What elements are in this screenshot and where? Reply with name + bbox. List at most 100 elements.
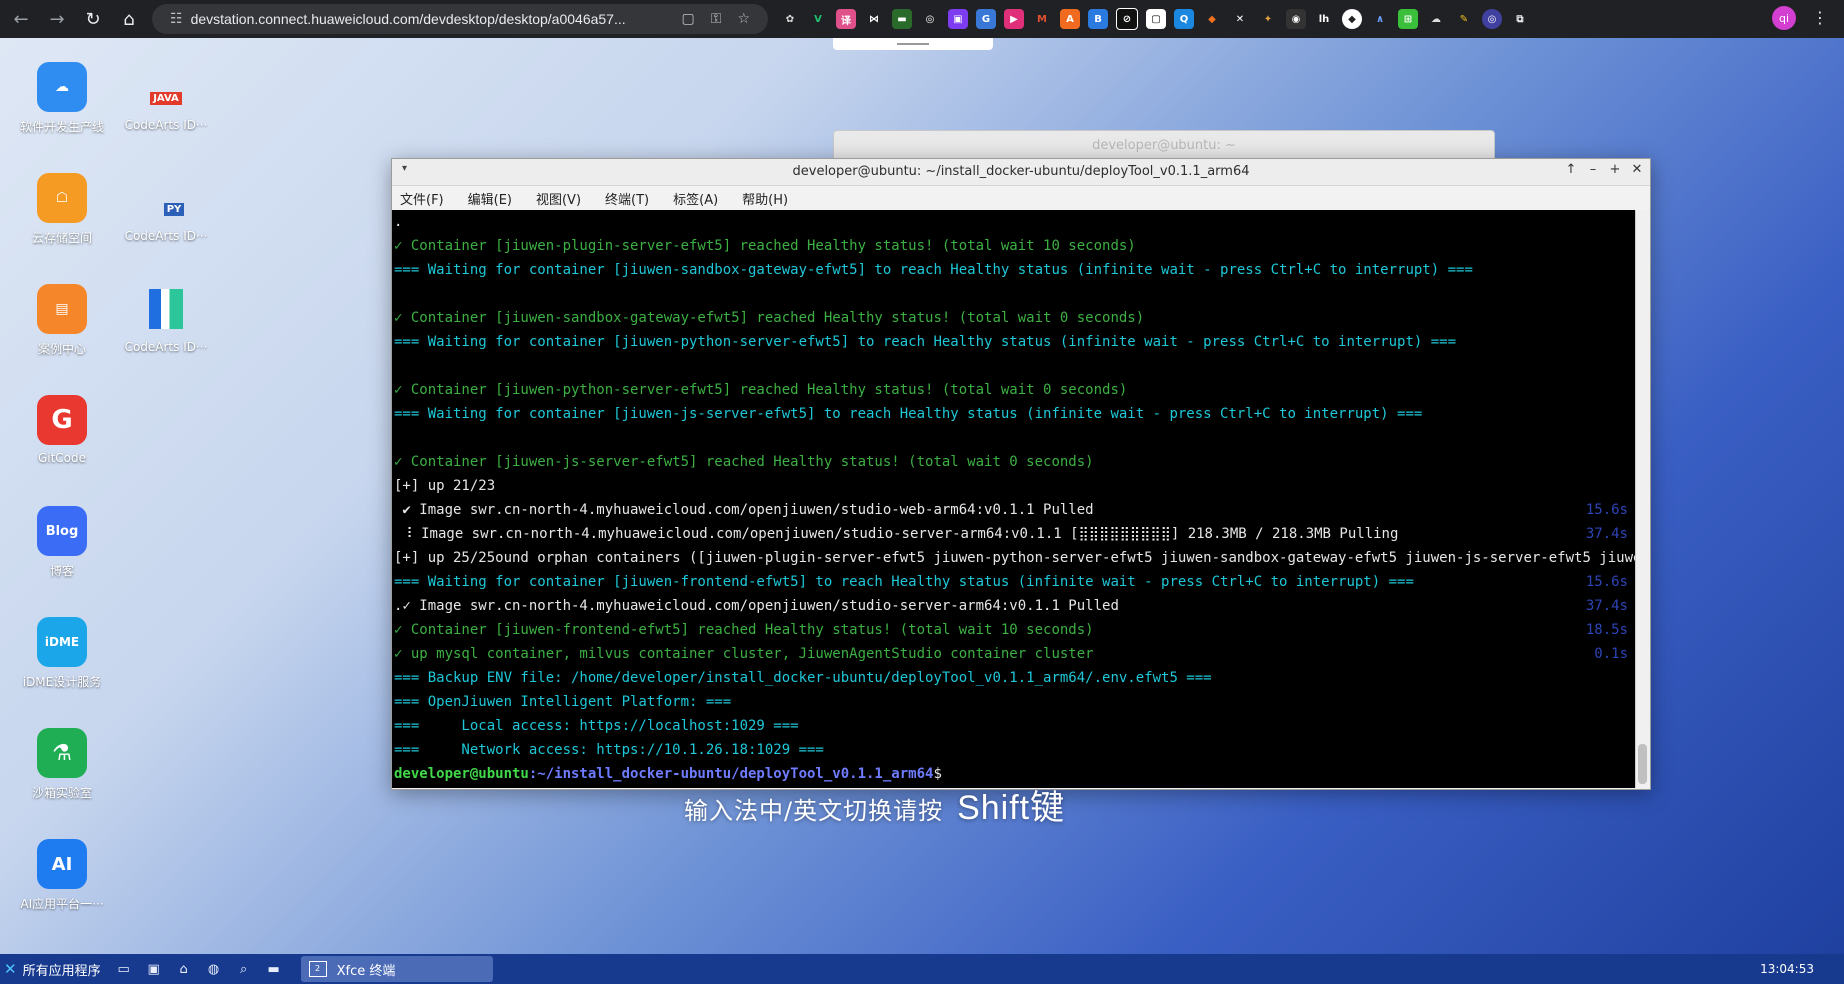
browser-toolbar: ← → ↻ ⌂ ☷ devstation.connect.huaweicloud… — [0, 0, 1844, 38]
terminal-line: ✓ Container [jiuwen-plugin-server-efwt5]… — [392, 234, 1636, 258]
extension-icon[interactable]: Q — [1174, 9, 1194, 29]
address-bar[interactable]: ☷ devstation.connect.huaweicloud.com/dev… — [152, 4, 768, 34]
terminal-line: ✓ Container [jiuwen-sandbox-gateway-efwt… — [392, 306, 1636, 330]
extension-icon[interactable]: ✿ — [780, 9, 800, 29]
extension-icon[interactable]: ✕ — [1230, 9, 1250, 29]
extension-icon[interactable]: ◆ — [1342, 9, 1362, 29]
desktop-icon-devcloud[interactable]: ☁ 软件开发生产线 — [10, 62, 114, 135]
terminal-line: ✔ Image swr.cn-north-4.myhuaweicloud.com… — [392, 498, 1636, 522]
extension-icon[interactable]: ◎ — [920, 9, 940, 29]
site-info-icon[interactable]: ☷ — [170, 11, 183, 27]
scrollbar-thumb[interactable] — [1638, 744, 1647, 784]
extension-icon[interactable]: V — [808, 9, 828, 29]
desktop-icon-blog[interactable]: Blog 博客 — [10, 506, 114, 579]
terminal-line-text: === Waiting for container [jiuwen-fronte… — [394, 574, 1414, 590]
terminal-launcher-icon[interactable]: ▣ — [143, 958, 165, 980]
desktop-icon-codearts-ide[interactable]: CodeArts ID··· — [114, 284, 218, 354]
extension-icon[interactable]: 译 — [836, 9, 856, 29]
menu-tabs[interactable]: 标签(A) — [673, 189, 718, 208]
extension-icon[interactable]: ☁ — [1426, 9, 1446, 29]
terminal-line: ✓ Container [jiuwen-frontend-efwt5] reac… — [392, 618, 1636, 642]
gitcode-icon: G — [37, 395, 87, 445]
terminal-line: === Waiting for container [jiuwen-fronte… — [392, 570, 1636, 594]
desktop-icon-codearts-java[interactable]: JAVA CodeArts ID··· — [114, 62, 218, 132]
file-manager-icon[interactable]: ▬ — [263, 958, 285, 980]
terminal-line-text: === Waiting for container [jiuwen-sandbo… — [394, 262, 1473, 278]
home-icon[interactable]: ⌂ — [114, 4, 144, 34]
desktop-icon-case-center[interactable]: ▤ 案例中心 — [10, 284, 114, 357]
page-icon[interactable]: ▢ — [682, 11, 695, 27]
desktop-icon-idme[interactable]: iDME iDME设计服务 — [10, 617, 114, 690]
terminal-line-text: ✓ up mysql container, milvus container c… — [394, 646, 1094, 662]
menu-edit[interactable]: 编辑(E) — [468, 189, 512, 208]
extension-icon[interactable]: ▣ — [948, 9, 968, 29]
ime-hint-key: Shift键 — [957, 789, 1066, 827]
extension-icon[interactable]: ▢ — [1146, 9, 1166, 29]
extension-icon[interactable]: ⋈ — [864, 9, 884, 29]
terminal-scrollbar[interactable] — [1635, 210, 1650, 788]
taskbar-item-terminal[interactable]: 2 Xfce 终端 — [300, 956, 493, 982]
codearts-java-icon: JAVA — [141, 62, 191, 112]
extension-icon[interactable]: M — [1032, 9, 1052, 29]
desktop-icon-sandbox-lab[interactable]: ⚗ 沙箱实验室 — [10, 728, 114, 801]
terminal-line-text: === Waiting for container [jiuwen-python… — [394, 334, 1457, 350]
desktop-icon-ai-platform[interactable]: AI AI应用平台一··· — [10, 839, 114, 912]
maximize-icon[interactable]: + — [1608, 162, 1622, 178]
desktop-icon-cloud-storage[interactable]: ☖ 云存储空间 — [10, 173, 114, 246]
url-text[interactable]: devstation.connect.huaweicloud.com/devde… — [191, 11, 674, 27]
extension-icon[interactable]: ⊘ — [1116, 8, 1138, 30]
show-desktop-icon[interactable]: ▭ — [113, 958, 135, 980]
terminal-line-text: ✓ Container [jiuwen-python-server-efwt5]… — [394, 382, 1128, 398]
menu-view[interactable]: 视图(V) — [536, 189, 581, 208]
extension-icon[interactable]: A — [1060, 9, 1080, 29]
menu-terminal[interactable]: 终端(T) — [605, 189, 649, 208]
minimize-icon[interactable]: – — [1586, 162, 1600, 178]
web-browser-icon[interactable]: ◍ — [203, 958, 225, 980]
extension-icon[interactable]: lh — [1314, 9, 1334, 29]
reload-icon[interactable]: ↻ — [78, 4, 108, 34]
home-folder-icon[interactable]: ⌂ — [173, 958, 195, 980]
terminal-output[interactable]: . ✓ Container [jiuwen-plugin-server-efwt5… — [392, 210, 1636, 788]
desktop-icon-codearts-py[interactable]: PY CodeArts ID··· — [114, 173, 218, 243]
extension-icon[interactable]: ▬ — [892, 9, 912, 29]
remote-desktop-handle[interactable] — [833, 38, 993, 50]
terminal-line-duration: 37.4s — [1585, 598, 1628, 614]
terminal-line: === Local access: https://localhost:1029… — [392, 714, 1636, 738]
browser-menu-icon[interactable]: ⋮ — [1812, 8, 1828, 27]
extension-icon[interactable]: ✦ — [1258, 9, 1278, 29]
forward-icon[interactable]: → — [42, 4, 72, 34]
applications-menu-button[interactable]: ✕ 所有应用程序 — [0, 954, 109, 984]
clock[interactable]: 13:04:53 — [1760, 962, 1814, 976]
menu-file[interactable]: 文件(F) — [400, 189, 444, 208]
bookmark-star-icon[interactable]: ☆ — [737, 11, 750, 27]
extension-icon[interactable]: ◉ — [1286, 9, 1306, 29]
extension-icon[interactable]: G — [976, 9, 996, 29]
terminal-line: === Waiting for container [jiuwen-python… — [392, 330, 1636, 354]
terminal-line-text: === OpenJiuwen Intelligent Platform: === — [394, 694, 732, 710]
terminal-window[interactable]: ▾ developer@ubuntu: ~/install_docker-ubu… — [391, 158, 1651, 790]
terminal-line-duration: 37.4s — [1585, 526, 1628, 542]
profile-avatar[interactable]: qi — [1772, 6, 1796, 30]
terminal-line-text: ✓ Container [jiuwen-plugin-server-efwt5]… — [394, 238, 1136, 254]
extension-icon[interactable]: ◎ — [1482, 9, 1502, 29]
terminal-titlebar[interactable]: ▾ developer@ubuntu: ~/install_docker-ubu… — [392, 159, 1650, 186]
extension-icon[interactable]: ◆ — [1202, 9, 1222, 29]
terminal-line-text: ⠸ Image swr.cn-north-4.myhuaweicloud.com… — [394, 526, 1399, 542]
extension-icon[interactable]: ⊞ — [1398, 9, 1418, 29]
window-controls: ↑ – + ✕ — [1564, 162, 1644, 178]
extension-icon[interactable]: ▶ — [1004, 9, 1024, 29]
terminal-line-duration: 15.6s — [1585, 574, 1628, 590]
prompt-user: developer@ubuntu — [394, 766, 529, 782]
raise-icon[interactable]: ↑ — [1564, 162, 1578, 178]
extensions-puzzle-icon[interactable]: ⧉ — [1510, 9, 1530, 29]
close-icon[interactable]: ✕ — [1630, 162, 1644, 178]
desktop-icon-gitcode[interactable]: G GitCode — [10, 395, 114, 465]
extension-icon[interactable]: ✎ — [1454, 9, 1474, 29]
applications-menu-label: 所有应用程序 — [22, 963, 101, 979]
key-icon[interactable]: ⚿ — [711, 11, 722, 27]
extension-icon[interactable]: B — [1088, 9, 1108, 29]
back-icon[interactable]: ← — [6, 4, 36, 34]
app-finder-icon[interactable]: ⌕ — [233, 958, 255, 980]
extension-icon[interactable]: ∧ — [1370, 9, 1390, 29]
menu-help[interactable]: 帮助(H) — [742, 189, 788, 208]
